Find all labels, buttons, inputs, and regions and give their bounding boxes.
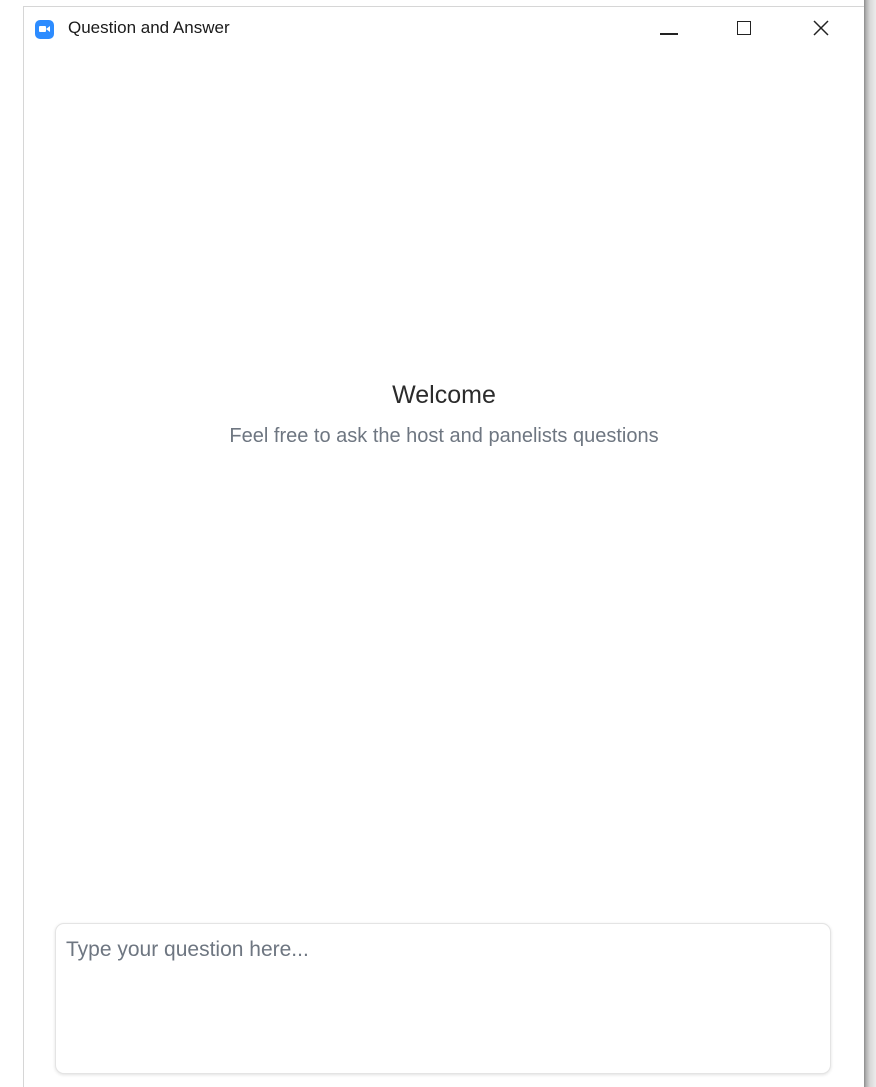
welcome-subtitle: Feel free to ask the host and panelists … (229, 425, 659, 447)
question-input[interactable] (56, 924, 830, 1073)
welcome-message: Welcome Feel free to ask the host and pa… (24, 379, 864, 449)
welcome-title: Welcome (392, 381, 496, 409)
close-button[interactable] (800, 7, 846, 47)
window-title: Question and Answer (68, 18, 230, 37)
qa-window: Question and Answer Welcome Feel free to… (23, 6, 864, 1087)
title-bar[interactable]: Question and Answer (24, 7, 864, 47)
minimize-icon (660, 33, 678, 35)
maximize-button[interactable] (724, 7, 770, 47)
screen: Question and Answer Welcome Feel free to… (0, 0, 876, 1087)
minimize-button[interactable] (648, 7, 694, 47)
window-shadow (864, 0, 876, 1087)
question-input-box[interactable] (55, 923, 831, 1074)
zoom-camera-icon (35, 20, 54, 39)
close-icon (813, 20, 829, 36)
desktop-background (0, 0, 23, 1087)
maximize-icon (737, 21, 751, 35)
